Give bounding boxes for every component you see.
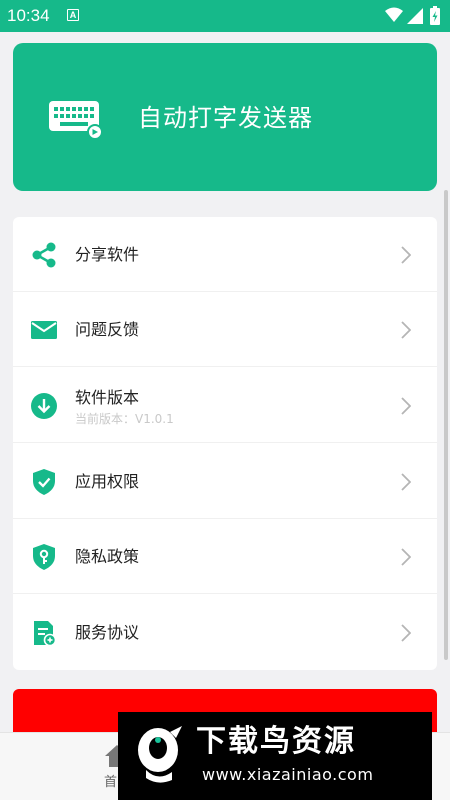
battery-charging-icon: [430, 6, 440, 25]
current-version-text: 当前版本：V1.0.1: [75, 412, 174, 426]
menu-label-feedback: 问题反馈: [75, 320, 140, 339]
app-title: 自动打字发送器: [138, 104, 313, 132]
settings-menu: 分享软件 问题反馈 软件版本 当前版本：V1.0.1 应用权限 隐私政策 服务协…: [13, 217, 437, 670]
scrollbar[interactable]: [444, 190, 448, 660]
menu-item-agreement[interactable]: 服务协议: [13, 595, 437, 670]
bird-logo-icon: [138, 726, 182, 783]
download-icon: [31, 393, 57, 419]
status-bar: 10:34 A: [0, 0, 450, 32]
menu-label-permissions: 应用权限: [75, 472, 140, 491]
menu-item-share[interactable]: 分享软件: [13, 217, 437, 292]
notification-icon: A: [67, 9, 79, 21]
menu-item-privacy[interactable]: 隐私政策: [13, 519, 437, 594]
mail-icon: [31, 321, 57, 339]
menu-item-feedback[interactable]: 问题反馈: [13, 292, 437, 367]
share-icon: [32, 242, 56, 268]
chevron-right-icon: [401, 321, 411, 339]
watermark-overlay: 下载鸟资源 www.xiazainiao.com: [118, 712, 432, 800]
shield-check-icon: [33, 469, 55, 495]
privacy-key-icon: [33, 544, 55, 570]
menu-item-version[interactable]: 软件版本 当前版本：V1.0.1: [13, 368, 437, 443]
nav-home-label[interactable]: 首: [104, 775, 117, 791]
chevron-right-icon: [401, 246, 411, 264]
agreement-doc-icon: [34, 621, 57, 647]
menu-label-version: 软件版本: [75, 388, 140, 407]
status-time: 10:34: [7, 6, 50, 25]
chevron-right-icon: [401, 548, 411, 566]
app-screen: 10:34 A 自动打字发送器 分享软件 问题反馈 软件版本 当前版本：V1.0…: [0, 0, 450, 800]
chevron-right-icon: [401, 624, 411, 642]
watermark-brand: 下载鸟资源: [196, 724, 356, 759]
chevron-right-icon: [401, 397, 411, 415]
menu-item-permissions[interactable]: 应用权限: [13, 444, 437, 519]
keyboard-icon: [49, 101, 103, 140]
wifi-icon: [385, 7, 403, 22]
chevron-right-icon: [401, 473, 411, 491]
menu-label-agreement: 服务协议: [75, 623, 140, 642]
menu-label-privacy: 隐私政策: [75, 547, 140, 566]
menu-label-share: 分享软件: [75, 245, 140, 264]
app-header-card: 自动打字发送器: [13, 43, 437, 191]
watermark-url: www.xiazainiao.com: [202, 765, 374, 784]
signal-icon: [407, 8, 423, 24]
